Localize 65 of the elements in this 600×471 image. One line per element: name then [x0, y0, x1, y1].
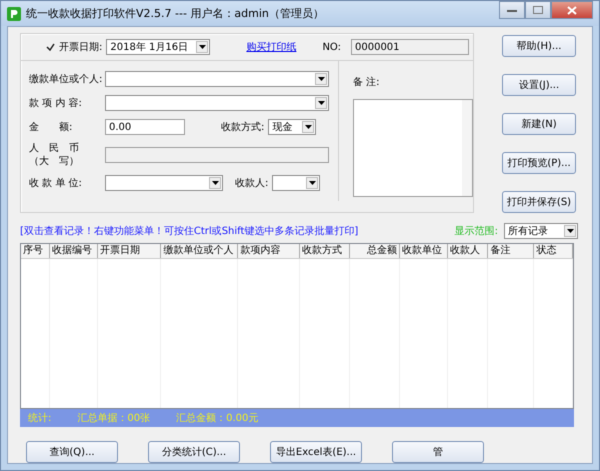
side-button[interactable]: 打印预览(P)...: [502, 152, 576, 174]
maximize-button[interactable]: [525, 1, 551, 19]
payment-method-dropdown[interactable]: 现金: [268, 119, 316, 135]
remarks-label: 备 注:: [353, 76, 381, 89]
toolbar-button[interactable]: 导出Excel表(E)...: [270, 441, 362, 463]
checkbox[interactable]: [45, 42, 55, 52]
field-label: 缴款单位或个人:: [29, 72, 104, 86]
dropdown-arrow-icon: [198, 45, 206, 49]
column-header[interactable]: 收款人: [448, 244, 488, 258]
column-header[interactable]: 状态: [534, 244, 573, 258]
column-header[interactable]: 总金额: [350, 244, 400, 258]
close-button[interactable]: [551, 1, 593, 19]
column-header[interactable]: 款项内容: [238, 244, 300, 258]
range-label: 显示范围:: [454, 224, 498, 238]
field-label: 人 民 币: [29, 142, 80, 155]
total-amount: 汇总金额：0.00元: [176, 412, 258, 425]
column-header[interactable]: 收据编号: [50, 244, 98, 258]
checkmark-icon: [46, 42, 54, 52]
column-header[interactable]: 收款单位: [400, 244, 448, 258]
window-title: 统一收款收据打印软件V2.5.7 --- 用户名：admin（管理员）: [26, 6, 324, 21]
field-label: 收 款 单 位:: [29, 176, 83, 190]
document-count: 汇总单据：00张: [77, 412, 150, 425]
side-button[interactable]: 帮助(H)...: [502, 35, 576, 57]
close-icon: [567, 6, 577, 14]
toolbar-button[interactable]: 分类统计(C)...: [148, 441, 240, 463]
hint-text: [双击查看记录！右键功能菜单！可按住Ctrl或Shift键选中多条记录批量打印]: [20, 224, 358, 238]
dropdown-arrow-icon: [212, 181, 218, 185]
buy-paper-link[interactable]: 购买打印纸: [246, 40, 296, 54]
side-button[interactable]: 新建(N): [502, 113, 576, 135]
number-field: 0000001: [351, 39, 469, 55]
date-picker[interactable]: 2018年 1月16日: [106, 39, 210, 55]
field-label: 收款方式:: [221, 120, 264, 134]
toolbar-button[interactable]: 管: [392, 441, 484, 463]
side-button[interactable]: 设置(J)...: [502, 74, 576, 96]
scrollbar[interactable]: [462, 100, 472, 196]
dropdown-arrow-icon: [318, 101, 324, 105]
checkbox-label: 开票日期:: [59, 40, 102, 54]
payer-dropdown[interactable]: [105, 71, 329, 87]
amount-field[interactable]: 0.00: [105, 119, 185, 135]
column-header[interactable]: 备注: [488, 244, 534, 258]
maximize-icon: [533, 6, 543, 14]
field-label: 金 额:: [29, 120, 74, 134]
dropdown-arrow-icon: [308, 181, 316, 185]
field-label: （大 写）: [29, 155, 80, 168]
dropdown-arrow-icon: [566, 229, 574, 233]
no-label: NO:: [322, 42, 341, 52]
column-header[interactable]: 序号: [21, 244, 50, 258]
app-icon: [7, 6, 21, 20]
column-header[interactable]: 开票日期: [98, 244, 162, 258]
remarks-field[interactable]: [353, 99, 473, 197]
column-header[interactable]: 缴款单位或个人: [161, 244, 238, 258]
minimize-icon: [507, 7, 517, 13]
field-label: 收款人:: [235, 177, 268, 190]
receiver-dropdown[interactable]: [272, 175, 320, 191]
status-label: 统计:: [28, 412, 52, 425]
minimize-button[interactable]: [499, 1, 525, 19]
field-label: 款 项 内 容:: [29, 96, 83, 110]
item-dropdown[interactable]: [105, 95, 329, 111]
range-dropdown[interactable]: 所有记录: [504, 223, 578, 239]
payee-unit-dropdown[interactable]: [105, 175, 223, 191]
toolbar-button[interactable]: 查询(Q)...: [26, 441, 118, 463]
side-button[interactable]: 打印并保存(S): [502, 191, 576, 213]
column-header[interactable]: 收款方式: [300, 244, 350, 258]
dropdown-arrow-icon: [304, 125, 312, 129]
dropdown-arrow-icon: [318, 77, 324, 81]
